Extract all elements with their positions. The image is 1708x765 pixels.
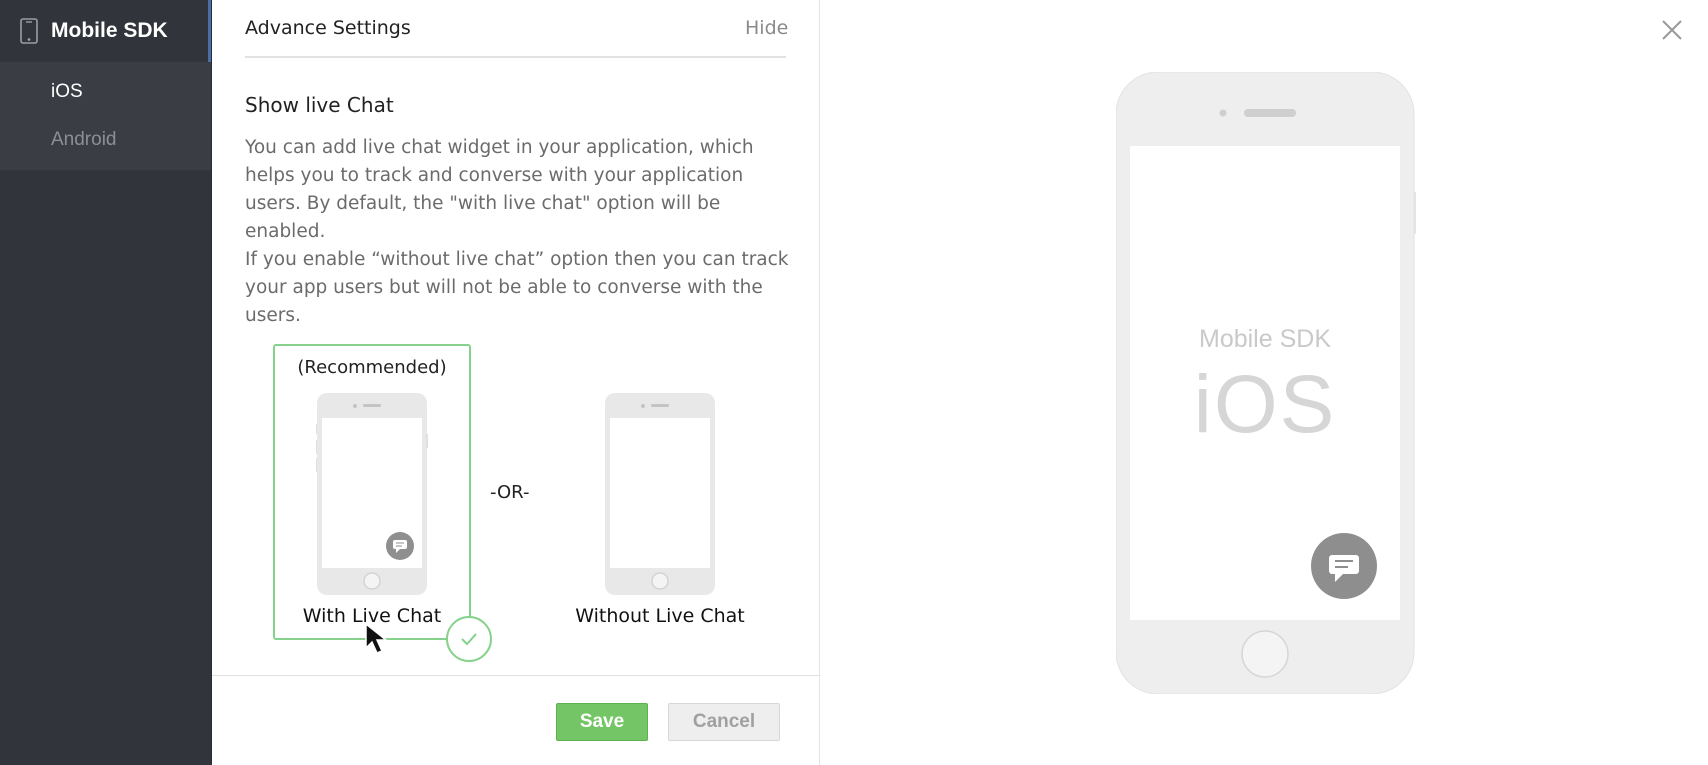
selected-check-icon: [446, 616, 492, 662]
sidebar-submenu: iOS Android: [0, 62, 211, 170]
sidebar: Mobile SDK iOS Android: [0, 0, 212, 765]
description-line: users. By default, the "with live chat" …: [245, 193, 721, 242]
or-separator: -OR-: [490, 482, 530, 503]
preview-brand: Mobile SDK: [1199, 325, 1331, 353]
description-line: You can add live chat widget in your app…: [245, 137, 754, 158]
phone-with-chat-icon: [316, 393, 428, 595]
mobile-phone-icon: [20, 18, 38, 44]
sidebar-header: Mobile SDK: [0, 0, 211, 62]
save-button[interactable]: Save: [556, 703, 648, 741]
section-title: Show live Chat: [245, 93, 394, 117]
footer-divider: [212, 675, 820, 676]
recommended-label: (Recommended): [297, 357, 447, 378]
description-line: users.: [245, 305, 301, 326]
section-description: You can add live chat widget in your app…: [245, 134, 790, 330]
preview-platform: iOS: [1193, 359, 1337, 450]
phone-without-chat-icon[interactable]: [604, 392, 716, 596]
hide-link[interactable]: Hide: [745, 17, 788, 39]
sidebar-item-android[interactable]: Android: [0, 116, 211, 164]
mouse-cursor-icon: [365, 622, 389, 654]
sidebar-title: Mobile SDK: [51, 19, 168, 42]
close-icon[interactable]: [1658, 16, 1686, 44]
cancel-button[interactable]: Cancel: [668, 703, 780, 741]
sidebar-item-ios[interactable]: iOS: [0, 68, 211, 116]
description-line: helps you to track and converse with you…: [245, 165, 744, 186]
description-line: your app users but will not be able to c…: [245, 277, 763, 298]
header-divider: [245, 56, 786, 58]
panel-title: Advance Settings: [245, 17, 411, 39]
description-line: If you enable “without live chat” option…: [245, 249, 789, 270]
without-live-chat-label[interactable]: Without Live Chat: [570, 605, 750, 627]
